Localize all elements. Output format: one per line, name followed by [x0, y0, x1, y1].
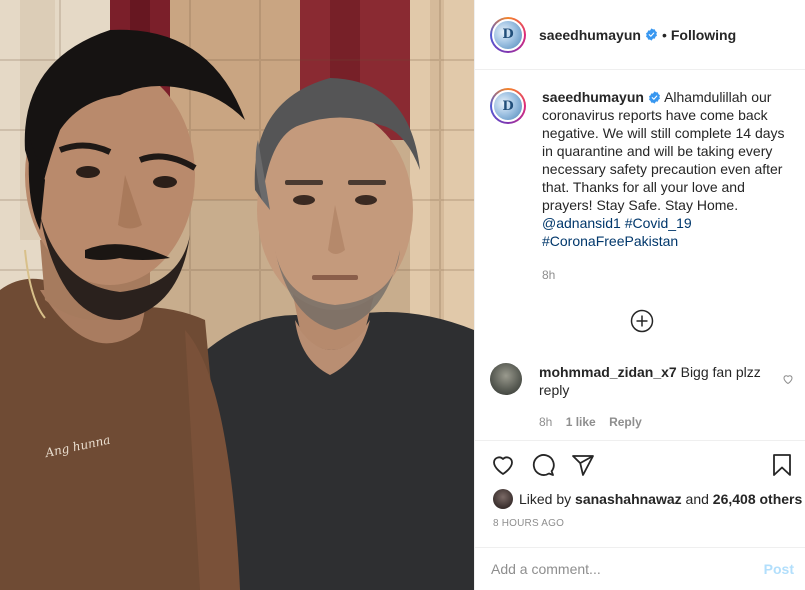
- commenter-avatar[interactable]: [490, 363, 522, 395]
- liker-avatar[interactable]: [493, 489, 513, 509]
- post-photo[interactable]: Ang hunna: [0, 0, 474, 590]
- liked-by-and: and: [685, 491, 709, 507]
- selfie-illustration: Ang hunna: [0, 0, 474, 590]
- post-caption: D saeedhumayun Alhamdulillah our coronav…: [490, 88, 795, 284]
- comment-meta: 8h 1 like Reply: [539, 413, 767, 431]
- instagram-post: Ang hunna D saeedhumayun • Following D s…: [0, 0, 805, 590]
- comment-reply-button[interactable]: Reply: [609, 415, 642, 429]
- caption-verified-badge-icon: [648, 91, 660, 104]
- likes-summary: Liked by sanashahnawaz and 26,408 others: [493, 489, 802, 509]
- post-header: D saeedhumayun • Following: [475, 0, 805, 70]
- author-avatar[interactable]: D: [490, 16, 526, 53]
- post-details-panel: D saeedhumayun • Following D saeedhumayu…: [474, 0, 805, 590]
- action-bar: [491, 453, 595, 477]
- caption-hashtag-link[interactable]: #CoronaFreePakistan: [542, 233, 678, 249]
- verified-badge-icon: [645, 28, 657, 41]
- caption-text: Alhamdulillah our coronavirus reports ha…: [542, 89, 785, 213]
- caption-timestamp[interactable]: 8h: [542, 266, 795, 284]
- caption-mention-link[interactable]: @adnansid1: [542, 215, 621, 231]
- caption-username[interactable]: saeedhumayun: [542, 89, 644, 105]
- author-avatar-image: D: [492, 18, 524, 51]
- liked-by-prefix: Liked by: [519, 491, 572, 507]
- comment-item: mohmmad_zidan_x7 Bigg fan plzz reply 8h …: [490, 363, 800, 431]
- following-button[interactable]: Following: [671, 27, 736, 43]
- bookmark-icon: [773, 454, 791, 476]
- comment-like-heart-icon[interactable]: [782, 373, 794, 385]
- posted-time-ago[interactable]: 8 HOURS AGO: [493, 518, 564, 529]
- post-comment-button[interactable]: Post: [764, 561, 794, 577]
- comment-likes[interactable]: 1 like: [566, 415, 596, 429]
- commenter-username[interactable]: mohmmad_zidan_x7: [539, 364, 677, 380]
- likes-count-link[interactable]: 26,408 others: [713, 491, 803, 507]
- heart-icon[interactable]: [491, 453, 515, 477]
- add-comment-input[interactable]: [491, 561, 764, 577]
- caption-author-avatar[interactable]: D: [490, 88, 526, 124]
- add-comment-bar: Post: [475, 547, 805, 590]
- comment-time[interactable]: 8h: [539, 415, 552, 429]
- author-username[interactable]: saeedhumayun: [539, 27, 641, 43]
- caption-body: saeedhumayun Alhamdulillah our coronavir…: [542, 88, 795, 284]
- save-button[interactable]: [770, 453, 794, 480]
- caption-hashtag-link[interactable]: #Covid_19: [625, 215, 692, 231]
- header-separator: •: [661, 26, 667, 43]
- caption-avatar-image: D: [492, 90, 524, 122]
- comment-body: mohmmad_zidan_x7 Bigg fan plzz reply 8h …: [539, 363, 767, 431]
- liker-username[interactable]: sanashahnawaz: [575, 491, 682, 507]
- load-more-comments-icon[interactable]: [630, 309, 654, 333]
- post-actions-section: Liked by sanashahnawaz and 26,408 others…: [475, 440, 805, 547]
- comment-icon[interactable]: [531, 453, 555, 477]
- paper-plane-icon[interactable]: [571, 453, 595, 477]
